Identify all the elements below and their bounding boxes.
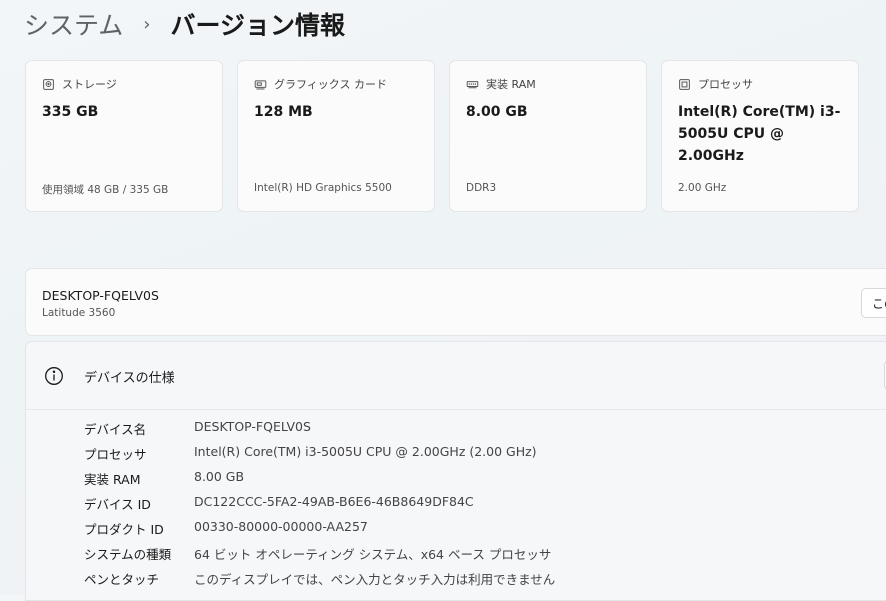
spec-label: ペンとタッチ bbox=[84, 572, 160, 587]
graphics-card-sub: Intel(R) HD Graphics 5500 bbox=[254, 182, 392, 194]
processor-card-title: プロセッサ bbox=[698, 78, 753, 91]
processor-card: プロセッサ Intel(R) Core(TM) i3-5005U CPU @ 2… bbox=[661, 60, 859, 212]
graphics-card: グラフィックス カード 128 MB Intel(R) HD Graphics … bbox=[237, 60, 435, 212]
storage-card: ストレージ 335 GB 使用領域 48 GB / 335 GB bbox=[25, 60, 223, 212]
ram-card-value: 8.00 GB bbox=[466, 104, 528, 120]
spec-label: デバイス ID bbox=[84, 497, 151, 512]
spec-label: プロダクト ID bbox=[84, 522, 164, 537]
ram-card-sub: DDR3 bbox=[466, 182, 497, 194]
ram-card-title: 実装 RAM bbox=[486, 78, 536, 91]
device-specs-panel: デバイスの仕様 デバイス名 DESKTOP-FQELV0S プロセッサ Inte… bbox=[25, 341, 886, 601]
storage-card-title: ストレージ bbox=[62, 78, 117, 91]
spec-value: このディスプレイでは、ペン入力とタッチ入力は利用できません bbox=[194, 572, 556, 587]
spec-value: 00330-80000-00000-AA257 bbox=[194, 519, 368, 534]
info-icon bbox=[45, 367, 63, 385]
device-specs-title: デバイスの仕様 bbox=[84, 371, 175, 386]
spec-label: システムの種類 bbox=[84, 547, 172, 562]
page-title: バージョン情報 bbox=[170, 11, 345, 40]
device-name: DESKTOP-FQELV0S bbox=[42, 288, 159, 303]
spec-value: DESKTOP-FQELV0S bbox=[194, 419, 311, 434]
spec-row-pen-touch: ペンとタッチ このディスプレイでは、ペン入力とタッチ入力は利用できません bbox=[84, 569, 555, 591]
ram-card: 実装 RAM 8.00 GB DDR3 bbox=[449, 60, 647, 212]
spec-row-device-name: デバイス名 DESKTOP-FQELV0S bbox=[84, 419, 311, 441]
spec-label: プロセッサ bbox=[84, 447, 147, 462]
spec-label: デバイス名 bbox=[84, 422, 147, 437]
breadcrumb: システム › バージョン情報 bbox=[24, 6, 345, 42]
storage-card-value: 335 GB bbox=[42, 104, 99, 120]
breadcrumb-parent-system[interactable]: システム bbox=[24, 6, 123, 42]
spec-value: 64 ビット オペレーティング システム、x64 ベース プロセッサ bbox=[194, 547, 552, 562]
spec-row-system-type: システムの種類 64 ビット オペレーティング システム、x64 ベース プロセ… bbox=[84, 544, 551, 566]
device-model: Latitude 3560 bbox=[42, 307, 116, 319]
device-name-panel: DESKTOP-FQELV0S Latitude 3560 この PC の名前を… bbox=[25, 268, 886, 336]
ram-icon bbox=[466, 80, 479, 88]
processor-icon bbox=[679, 78, 690, 90]
device-specs-header[interactable]: デバイスの仕様 bbox=[26, 342, 886, 410]
spec-row-device-id: デバイス ID DC122CCC-5FA2-49AB-B6E6-46B8649D… bbox=[84, 494, 474, 516]
graphics-card-value: 128 MB bbox=[254, 104, 313, 120]
spec-row-processor: プロセッサ Intel(R) Core(TM) i3-5005U CPU @ 2… bbox=[84, 444, 537, 466]
spec-value: 8.00 GB bbox=[194, 469, 245, 484]
rename-pc-button[interactable]: この PC の名前を変更 bbox=[861, 288, 886, 318]
spec-value: Intel(R) Core(TM) i3-5005U CPU @ 2.00GHz… bbox=[194, 444, 537, 459]
storage-icon bbox=[43, 78, 54, 90]
processor-card-sub: 2.00 GHz bbox=[678, 182, 727, 194]
spec-row-ram: 実装 RAM 8.00 GB bbox=[84, 469, 244, 491]
spec-row-product-id: プロダクト ID 00330-80000-00000-AA257 bbox=[84, 519, 368, 541]
graphics-card-title: グラフィックス カード bbox=[274, 78, 387, 91]
spec-label: 実装 RAM bbox=[84, 472, 141, 487]
storage-card-sub: 使用領域 48 GB / 335 GB bbox=[42, 184, 169, 196]
breadcrumb-separator: › bbox=[143, 13, 151, 35]
processor-card-value: Intel(R) Core(TM) i3-5005U CPU @ 2.00GHz bbox=[678, 104, 841, 164]
spec-value: DC122CCC-5FA2-49AB-B6E6-46B8649DF84C bbox=[194, 494, 474, 509]
graphics-card-icon bbox=[254, 79, 267, 89]
